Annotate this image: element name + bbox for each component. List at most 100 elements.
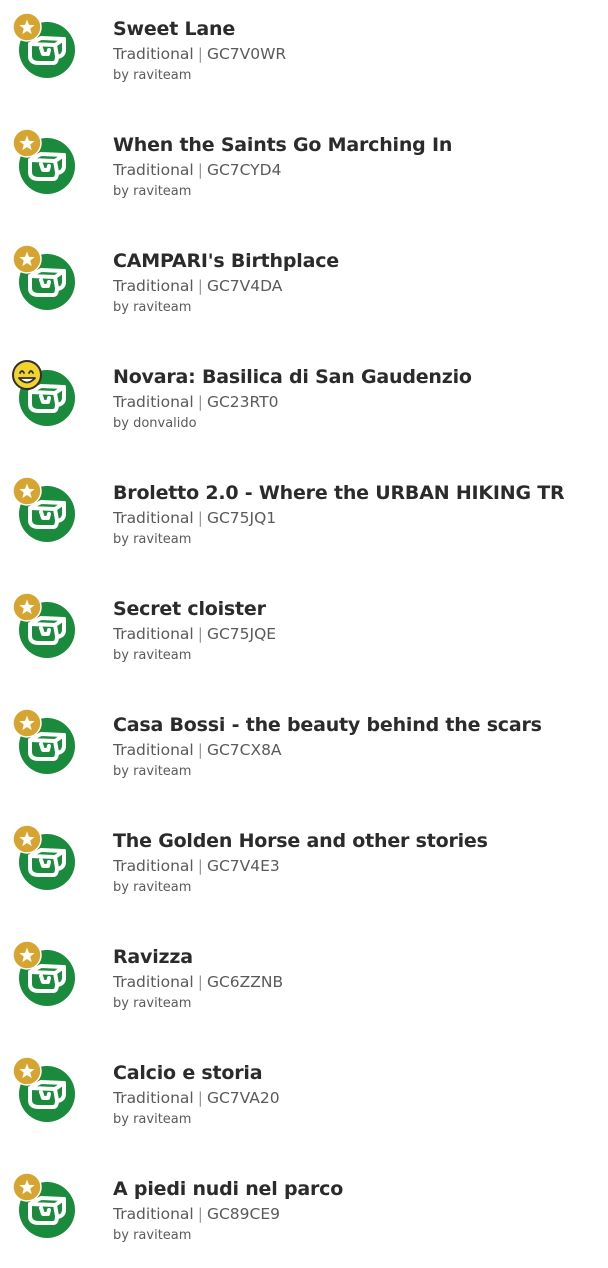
cache-type: Traditional <box>113 1089 194 1107</box>
cache-type: Traditional <box>113 509 194 527</box>
cache-code: GC7CX8A <box>206 741 282 759</box>
meta-separator: | <box>197 1089 203 1107</box>
meta-separator: | <box>197 857 203 875</box>
geocache-list: Sweet Lane Traditional | GC7V0WR by ravite… <box>0 0 608 1248</box>
cache-code: GC89CE9 <box>206 1205 280 1223</box>
cache-info: Sweet Lane Traditional | GC7V0WR by ravite… <box>113 16 608 86</box>
traditional-cache-icon <box>10 822 82 894</box>
meta-separator: | <box>197 393 203 411</box>
traditional-cache-svg <box>12 824 75 890</box>
star-badge-icon <box>12 128 42 158</box>
cache-info: When the Saints Go Marching In Tradition… <box>113 132 608 202</box>
cache-meta: Traditional | GC89CE9 <box>113 1203 608 1225</box>
traditional-cache-icon <box>10 1054 82 1126</box>
meta-separator: | <box>197 1205 203 1223</box>
cache-info: Novara: Basilica di San Gaudenzio Tradit… <box>113 364 608 434</box>
cache-owner: by raviteam <box>113 764 192 779</box>
cache-owner: by raviteam <box>113 648 192 663</box>
traditional-cache-icon <box>10 590 82 662</box>
meta-separator: | <box>197 509 203 527</box>
traditional-cache-svg <box>12 940 75 1006</box>
cache-code: GC23RT0 <box>206 393 279 411</box>
star-badge-icon <box>12 1056 42 1086</box>
cache-title[interactable]: Casa Bossi - the beauty behind the scars <box>113 712 608 738</box>
cache-owner: by raviteam <box>113 1112 192 1127</box>
cache-title[interactable]: Novara: Basilica di San Gaudenzio <box>113 364 608 390</box>
traditional-cache-svg <box>12 708 75 774</box>
meta-separator: | <box>197 277 203 295</box>
cache-title[interactable]: Broletto 2.0 - Where the URBAN HIKING TR <box>113 480 608 506</box>
cache-title[interactable]: The Golden Horse and other stories <box>113 828 608 854</box>
cache-list-item[interactable]: Calcio e storia Traditional | GC7VA20 by r… <box>0 1052 608 1152</box>
cache-title[interactable]: A piedi nudi nel parco <box>113 1176 608 1202</box>
star-badge-icon <box>12 708 42 738</box>
traditional-cache-icon <box>10 938 82 1010</box>
meta-separator: | <box>197 741 203 759</box>
traditional-cache-svg <box>12 128 75 194</box>
cache-type: Traditional <box>113 857 194 875</box>
traditional-cache-svg <box>12 1056 75 1122</box>
cache-info: Ravizza Traditional | GC6ZZNB by raviteam <box>113 944 608 1014</box>
cache-code: GC7V4DA <box>206 277 283 295</box>
meta-separator: | <box>197 161 203 179</box>
cache-list-item[interactable]: Secret cloister Traditional | GC75JQE by r… <box>0 588 608 688</box>
traditional-cache-svg <box>12 476 75 542</box>
cache-code: GC7CYD4 <box>206 161 282 179</box>
cache-type: Traditional <box>113 741 194 759</box>
meta-separator: | <box>197 973 203 991</box>
traditional-cache-svg <box>12 244 75 310</box>
cache-code: GC7VA20 <box>206 1089 280 1107</box>
cache-code: GC6ZZNB <box>206 973 284 991</box>
star-badge-icon <box>12 1172 42 1202</box>
cache-code: GC7V0WR <box>206 45 287 63</box>
cache-owner: by raviteam <box>113 532 192 547</box>
traditional-cache-icon <box>10 242 82 314</box>
cache-meta: Traditional | GC23RT0 <box>113 391 608 413</box>
cache-list-item[interactable]: CAMPARI's Birthplace Traditional | GC7V4DA… <box>0 240 608 340</box>
cache-list-item[interactable]: Ravizza Traditional | GC6ZZNB by raviteam <box>0 936 608 1036</box>
cache-meta: Traditional | GC6ZZNB <box>113 971 608 993</box>
cache-list-item[interactable]: The Golden Horse and other stories Tradi… <box>0 820 608 920</box>
cache-type: Traditional <box>113 161 194 179</box>
star-badge-icon <box>12 12 42 42</box>
meta-separator: | <box>197 625 203 643</box>
cache-info: A piedi nudi nel parco Traditional | GC89C… <box>113 1176 608 1246</box>
cache-owner: by raviteam <box>113 996 192 1011</box>
traditional-cache-svg <box>12 360 75 426</box>
cache-list-item[interactable]: Sweet Lane Traditional | GC7V0WR by ravite… <box>0 8 608 108</box>
cache-info: Broletto 2.0 - Where the URBAN HIKING TR… <box>113 480 608 550</box>
cache-owner: by raviteam <box>113 184 192 199</box>
cache-meta: Traditional | GC75JQ1 <box>113 507 608 529</box>
cache-list-item[interactable]: Novara: Basilica di San Gaudenzio Tradit… <box>0 356 608 456</box>
cache-title[interactable]: Calcio e storia <box>113 1060 608 1086</box>
cache-title[interactable]: When the Saints Go Marching In <box>113 132 608 158</box>
cache-type: Traditional <box>113 393 194 411</box>
cache-code: GC75JQ1 <box>206 509 277 527</box>
cache-title[interactable]: Ravizza <box>113 944 608 970</box>
cache-type: Traditional <box>113 277 194 295</box>
cache-title[interactable]: Sweet Lane <box>113 16 608 42</box>
cache-list-item[interactable]: When the Saints Go Marching In Tradition… <box>0 124 608 224</box>
traditional-cache-icon <box>10 474 82 546</box>
traditional-cache-icon <box>10 126 82 198</box>
star-badge-icon <box>12 824 42 854</box>
cache-meta: Traditional | GC7V4DA <box>113 275 608 297</box>
cache-code: GC7V4E3 <box>206 857 280 875</box>
cache-info: The Golden Horse and other stories Tradi… <box>113 828 608 898</box>
cache-meta: Traditional | GC7V0WR <box>113 43 608 65</box>
cache-meta: Traditional | GC75JQE <box>113 623 608 645</box>
cache-list-item[interactable]: Broletto 2.0 - Where the URBAN HIKING TR… <box>0 472 608 572</box>
traditional-cache-svg <box>12 12 75 78</box>
cache-info: Secret cloister Traditional | GC75JQE by r… <box>113 596 608 666</box>
cache-code: GC75JQE <box>206 625 277 643</box>
cache-owner: by donvalido <box>113 416 197 431</box>
cache-title[interactable]: CAMPARI's Birthplace <box>113 248 608 274</box>
cache-list-item[interactable]: Casa Bossi - the beauty behind the scars… <box>0 704 608 804</box>
cache-info: CAMPARI's Birthplace Traditional | GC7V4DA… <box>113 248 608 318</box>
cache-type: Traditional <box>113 973 194 991</box>
cache-list-item[interactable]: A piedi nudi nel parco Traditional | GC89C… <box>0 1168 608 1268</box>
traditional-cache-icon <box>10 706 82 778</box>
star-badge-icon <box>12 592 42 622</box>
cache-title[interactable]: Secret cloister <box>113 596 608 622</box>
cache-owner: by raviteam <box>113 880 192 895</box>
